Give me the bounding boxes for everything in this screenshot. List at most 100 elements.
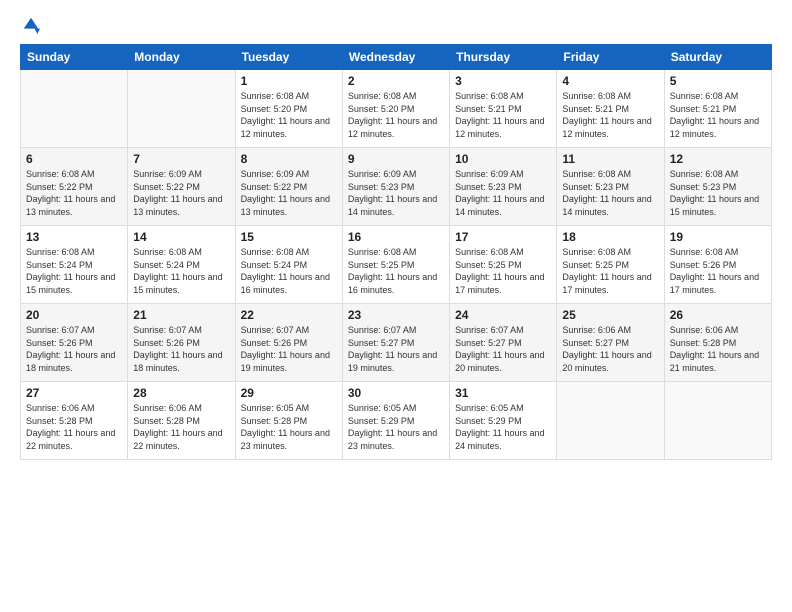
- calendar-cell: [664, 382, 771, 460]
- day-info: Sunrise: 6:05 AM Sunset: 5:29 PM Dayligh…: [455, 402, 551, 452]
- day-info: Sunrise: 6:08 AM Sunset: 5:26 PM Dayligh…: [670, 246, 766, 296]
- calendar-cell: 14 Sunrise: 6:08 AM Sunset: 5:24 PM Dayli…: [128, 226, 235, 304]
- calendar-cell: 23 Sunrise: 6:07 AM Sunset: 5:27 PM Dayli…: [342, 304, 449, 382]
- calendar-cell: 7 Sunrise: 6:09 AM Sunset: 5:22 PM Daylig…: [128, 148, 235, 226]
- calendar-cell: [557, 382, 664, 460]
- weekday-header: Saturday: [664, 45, 771, 70]
- weekday-header: Sunday: [21, 45, 128, 70]
- calendar-week-row: 20 Sunrise: 6:07 AM Sunset: 5:26 PM Dayli…: [21, 304, 772, 382]
- logo: [20, 16, 40, 34]
- day-info: Sunrise: 6:06 AM Sunset: 5:28 PM Dayligh…: [26, 402, 122, 452]
- weekday-header: Friday: [557, 45, 664, 70]
- calendar-cell: 11 Sunrise: 6:08 AM Sunset: 5:23 PM Dayli…: [557, 148, 664, 226]
- day-number: 25: [562, 308, 658, 322]
- calendar-cell: 15 Sunrise: 6:08 AM Sunset: 5:24 PM Dayli…: [235, 226, 342, 304]
- weekday-header: Tuesday: [235, 45, 342, 70]
- day-number: 1: [241, 74, 337, 88]
- calendar-cell: 24Sunrise: 6:07 AM Sunset: 5:27 PM Dayli…: [450, 304, 557, 382]
- day-info: Sunrise: 6:08 AM Sunset: 5:20 PM Dayligh…: [348, 90, 444, 140]
- day-number: 3: [455, 74, 551, 88]
- day-info: Sunrise: 6:08 AM Sunset: 5:23 PM Dayligh…: [670, 168, 766, 218]
- day-number: 20: [26, 308, 122, 322]
- calendar-table: SundayMondayTuesdayWednesdayThursdayFrid…: [20, 44, 772, 460]
- day-info: Sunrise: 6:08 AM Sunset: 5:25 PM Dayligh…: [348, 246, 444, 296]
- day-info: Sunrise: 6:09 AM Sunset: 5:23 PM Dayligh…: [455, 168, 551, 218]
- header: [20, 16, 772, 34]
- day-number: 23: [348, 308, 444, 322]
- day-info: Sunrise: 6:07 AM Sunset: 5:27 PM Dayligh…: [455, 324, 551, 374]
- calendar-cell: 10 Sunrise: 6:09 AM Sunset: 5:23 PM Dayli…: [450, 148, 557, 226]
- calendar-cell: 16 Sunrise: 6:08 AM Sunset: 5:25 PM Dayli…: [342, 226, 449, 304]
- weekday-header: Monday: [128, 45, 235, 70]
- day-number: 14: [133, 230, 229, 244]
- calendar-cell: 22 Sunrise: 6:07 AM Sunset: 5:26 PM Dayli…: [235, 304, 342, 382]
- day-number: 2: [348, 74, 444, 88]
- weekday-header: Thursday: [450, 45, 557, 70]
- calendar-cell: 3 Sunrise: 6:08 AM Sunset: 5:21 PM Daylig…: [450, 70, 557, 148]
- day-info: Sunrise: 6:08 AM Sunset: 5:21 PM Dayligh…: [455, 90, 551, 140]
- calendar-cell: 6Sunrise: 6:08 AM Sunset: 5:22 PM Daylig…: [21, 148, 128, 226]
- calendar-week-row: 27 Sunrise: 6:06 AM Sunset: 5:28 PM Dayli…: [21, 382, 772, 460]
- calendar-header-row: SundayMondayTuesdayWednesdayThursdayFrid…: [21, 45, 772, 70]
- calendar-cell: 17 Sunrise: 6:08 AM Sunset: 5:25 PM Dayli…: [450, 226, 557, 304]
- day-info: Sunrise: 6:08 AM Sunset: 5:24 PM Dayligh…: [241, 246, 337, 296]
- day-info: Sunrise: 6:08 AM Sunset: 5:23 PM Dayligh…: [562, 168, 658, 218]
- day-number: 17: [455, 230, 551, 244]
- page: SundayMondayTuesdayWednesdayThursdayFrid…: [0, 0, 792, 612]
- day-info: Sunrise: 6:08 AM Sunset: 5:22 PM Dayligh…: [26, 168, 122, 218]
- day-number: 10: [455, 152, 551, 166]
- day-info: Sunrise: 6:08 AM Sunset: 5:21 PM Dayligh…: [670, 90, 766, 140]
- calendar-cell: 8Sunrise: 6:09 AM Sunset: 5:22 PM Daylig…: [235, 148, 342, 226]
- day-info: Sunrise: 6:08 AM Sunset: 5:20 PM Dayligh…: [241, 90, 337, 140]
- calendar-cell: 20 Sunrise: 6:07 AM Sunset: 5:26 PM Dayli…: [21, 304, 128, 382]
- day-number: 16: [348, 230, 444, 244]
- day-info: Sunrise: 6:07 AM Sunset: 5:27 PM Dayligh…: [348, 324, 444, 374]
- day-info: Sunrise: 6:05 AM Sunset: 5:28 PM Dayligh…: [241, 402, 337, 452]
- day-number: 19: [670, 230, 766, 244]
- day-info: Sunrise: 6:09 AM Sunset: 5:22 PM Dayligh…: [133, 168, 229, 218]
- day-info: Sunrise: 6:08 AM Sunset: 5:24 PM Dayligh…: [26, 246, 122, 296]
- day-number: 27: [26, 386, 122, 400]
- day-info: Sunrise: 6:07 AM Sunset: 5:26 PM Dayligh…: [133, 324, 229, 374]
- calendar-cell: 27 Sunrise: 6:06 AM Sunset: 5:28 PM Dayli…: [21, 382, 128, 460]
- calendar-week-row: 1 Sunrise: 6:08 AM Sunset: 5:20 PM Daylig…: [21, 70, 772, 148]
- calendar-cell: 5 Sunrise: 6:08 AM Sunset: 5:21 PM Daylig…: [664, 70, 771, 148]
- calendar-cell: 29Sunrise: 6:05 AM Sunset: 5:28 PM Dayli…: [235, 382, 342, 460]
- day-number: 26: [670, 308, 766, 322]
- calendar-cell: [21, 70, 128, 148]
- day-number: 8: [241, 152, 337, 166]
- logo-icon: [22, 16, 40, 34]
- calendar-cell: [128, 70, 235, 148]
- day-number: 22: [241, 308, 337, 322]
- day-number: 11: [562, 152, 658, 166]
- day-info: Sunrise: 6:06 AM Sunset: 5:27 PM Dayligh…: [562, 324, 658, 374]
- day-number: 7: [133, 152, 229, 166]
- calendar-cell: 13 Sunrise: 6:08 AM Sunset: 5:24 PM Dayli…: [21, 226, 128, 304]
- day-info: Sunrise: 6:06 AM Sunset: 5:28 PM Dayligh…: [670, 324, 766, 374]
- day-number: 5: [670, 74, 766, 88]
- calendar-week-row: 6Sunrise: 6:08 AM Sunset: 5:22 PM Daylig…: [21, 148, 772, 226]
- calendar-cell: 19 Sunrise: 6:08 AM Sunset: 5:26 PM Dayli…: [664, 226, 771, 304]
- day-info: Sunrise: 6:05 AM Sunset: 5:29 PM Dayligh…: [348, 402, 444, 452]
- day-number: 15: [241, 230, 337, 244]
- day-number: 31: [455, 386, 551, 400]
- day-number: 28: [133, 386, 229, 400]
- day-number: 13: [26, 230, 122, 244]
- calendar-cell: 4 Sunrise: 6:08 AM Sunset: 5:21 PM Daylig…: [557, 70, 664, 148]
- day-info: Sunrise: 6:07 AM Sunset: 5:26 PM Dayligh…: [241, 324, 337, 374]
- day-info: Sunrise: 6:09 AM Sunset: 5:23 PM Dayligh…: [348, 168, 444, 218]
- day-number: 4: [562, 74, 658, 88]
- calendar-cell: 28 Sunrise: 6:06 AM Sunset: 5:28 PM Dayli…: [128, 382, 235, 460]
- calendar-cell: 1 Sunrise: 6:08 AM Sunset: 5:20 PM Daylig…: [235, 70, 342, 148]
- day-info: Sunrise: 6:08 AM Sunset: 5:25 PM Dayligh…: [455, 246, 551, 296]
- day-info: Sunrise: 6:08 AM Sunset: 5:24 PM Dayligh…: [133, 246, 229, 296]
- calendar-week-row: 13 Sunrise: 6:08 AM Sunset: 5:24 PM Dayli…: [21, 226, 772, 304]
- day-number: 21: [133, 308, 229, 322]
- weekday-header: Wednesday: [342, 45, 449, 70]
- calendar-cell: 18Sunrise: 6:08 AM Sunset: 5:25 PM Dayli…: [557, 226, 664, 304]
- calendar-cell: 12Sunrise: 6:08 AM Sunset: 5:23 PM Dayli…: [664, 148, 771, 226]
- day-info: Sunrise: 6:07 AM Sunset: 5:26 PM Dayligh…: [26, 324, 122, 374]
- day-info: Sunrise: 6:06 AM Sunset: 5:28 PM Dayligh…: [133, 402, 229, 452]
- day-number: 18: [562, 230, 658, 244]
- day-info: Sunrise: 6:08 AM Sunset: 5:21 PM Dayligh…: [562, 90, 658, 140]
